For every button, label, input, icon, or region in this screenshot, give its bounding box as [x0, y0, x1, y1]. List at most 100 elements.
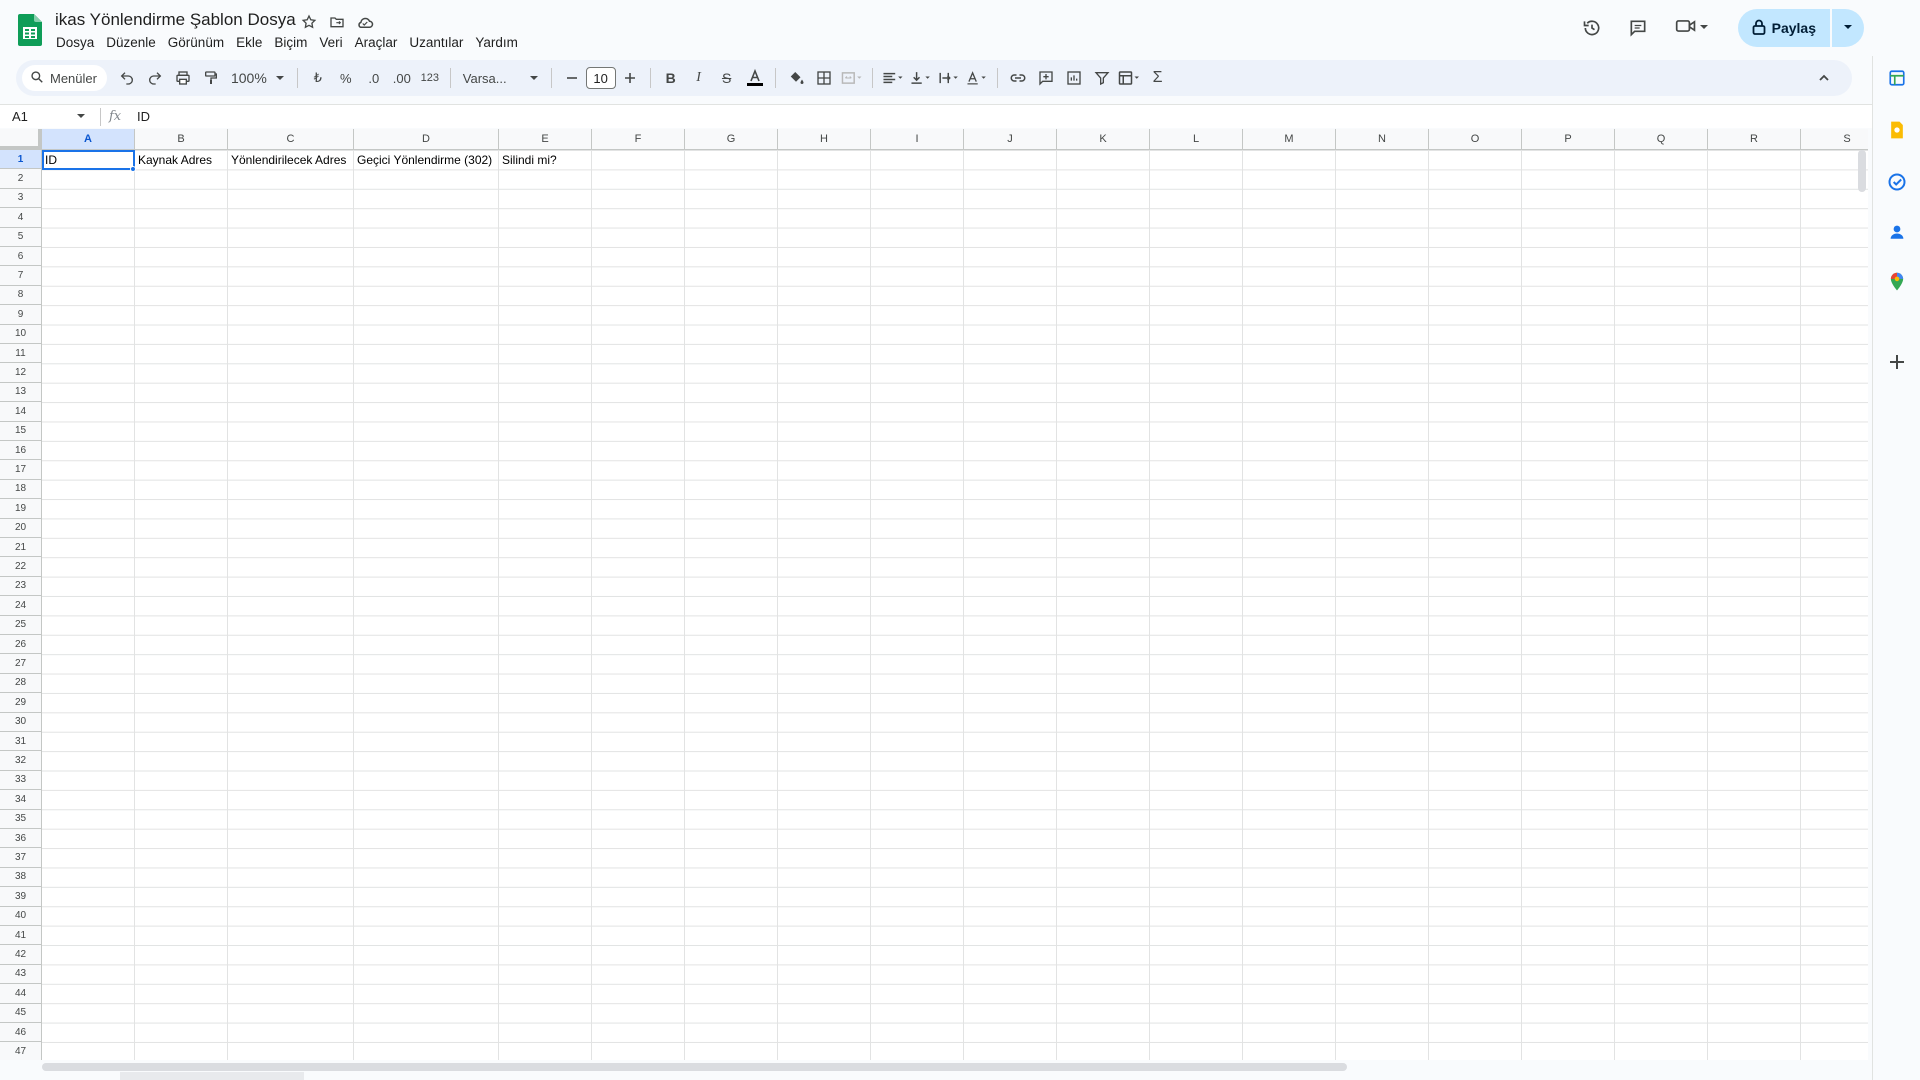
column-header-s[interactable]: S — [1801, 129, 1868, 150]
increase-font-size-icon[interactable] — [616, 64, 644, 92]
more-formats-button[interactable]: 123 — [416, 64, 444, 92]
sheets-side-icon[interactable] — [1885, 66, 1909, 90]
row-header-9[interactable]: 9 — [0, 305, 42, 325]
increase-decimal-button[interactable]: .00 — [388, 64, 416, 92]
move-folder-icon[interactable] — [326, 11, 348, 33]
merge-cells-icon[interactable] — [838, 64, 866, 92]
row-header-8[interactable]: 8 — [0, 285, 42, 306]
collapse-toolbar-icon[interactable] — [1810, 64, 1838, 92]
menu-bicim[interactable]: Biçim — [268, 33, 313, 53]
row-header-35[interactable]: 35 — [0, 809, 42, 829]
column-header-d[interactable]: D — [354, 129, 499, 150]
decrease-decimal-button[interactable]: .0 — [360, 64, 388, 92]
column-header-c[interactable]: C — [228, 129, 354, 150]
row-header-33[interactable]: 33 — [0, 770, 42, 791]
share-button[interactable]: Paylaş — [1737, 9, 1830, 47]
insert-link-icon[interactable] — [1004, 64, 1032, 92]
row-header-10[interactable]: 10 — [0, 324, 42, 344]
menu-araclar[interactable]: Araçlar — [349, 33, 404, 53]
font-size-input[interactable]: 10 — [585, 67, 616, 89]
row-header-32[interactable]: 32 — [0, 751, 42, 771]
column-header-g[interactable]: G — [685, 129, 778, 150]
row-header-36[interactable]: 36 — [0, 829, 42, 849]
menu-duzenle[interactable]: Düzenle — [100, 33, 162, 53]
meet-button[interactable] — [1664, 10, 1720, 46]
sheet-tab-strip[interactable] — [120, 1072, 304, 1080]
row-header-15[interactable]: 15 — [0, 421, 42, 441]
version-history-icon[interactable] — [1572, 10, 1612, 46]
cell-d1[interactable]: Geçici Yönlendirme (302) — [354, 150, 499, 170]
row-header-22[interactable]: 22 — [0, 557, 42, 577]
row-header-12[interactable]: 12 — [0, 363, 42, 383]
row-header-30[interactable]: 30 — [0, 712, 42, 732]
row-header-26[interactable]: 26 — [0, 635, 42, 655]
row-header-3[interactable]: 3 — [0, 188, 42, 209]
maps-icon[interactable] — [1885, 270, 1909, 294]
share-dropdown-button[interactable] — [1832, 9, 1864, 47]
borders-icon[interactable] — [810, 64, 838, 92]
vertical-scrollbar[interactable] — [1858, 150, 1866, 192]
row-header-5[interactable]: 5 — [0, 227, 42, 247]
functions-icon[interactable]: Σ — [1144, 64, 1172, 92]
zoom-select[interactable]: 100% — [225, 70, 291, 86]
menu-yardim[interactable]: Yardım — [469, 33, 524, 53]
row-header-25[interactable]: 25 — [0, 615, 42, 635]
row-header-19[interactable]: 19 — [0, 499, 42, 519]
strikethrough-icon[interactable]: S — [713, 64, 741, 92]
row-header-6[interactable]: 6 — [0, 247, 42, 267]
column-header-i[interactable]: I — [871, 129, 964, 150]
row-header-38[interactable]: 38 — [0, 867, 42, 888]
row-header-39[interactable]: 39 — [0, 887, 42, 907]
column-header-f[interactable]: F — [592, 129, 685, 150]
fill-color-icon[interactable] — [782, 64, 810, 92]
row-header-11[interactable]: 11 — [0, 344, 42, 364]
menu-uzantilar[interactable]: Uzantılar — [403, 33, 469, 53]
cell-e1[interactable]: Silindi mi? — [499, 150, 592, 170]
filter-views-icon[interactable] — [1116, 64, 1144, 92]
column-header-a[interactable]: A — [42, 129, 135, 150]
row-header-27[interactable]: 27 — [0, 654, 42, 674]
row-header-7[interactable]: 7 — [0, 266, 42, 286]
font-select[interactable]: Varsa... — [457, 71, 545, 86]
decrease-font-size-icon[interactable] — [558, 64, 586, 92]
document-title[interactable]: ikas Yönlendirme Şablon Dosya — [55, 10, 296, 30]
column-header-b[interactable]: B — [135, 129, 228, 150]
contacts-icon[interactable] — [1885, 220, 1909, 244]
row-header-42[interactable]: 42 — [0, 945, 42, 965]
spreadsheet-grid[interactable]: A B C D E F G H I J K L M N O P Q R S 1 2 3 4 5 6 7 8 9 10 11 12 13 14 15… — [0, 129, 1868, 1060]
text-rotation-icon[interactable] — [963, 64, 991, 92]
horizontal-scrollbar[interactable] — [42, 1063, 1347, 1071]
row-header-1[interactable]: 1 — [0, 150, 42, 170]
tasks-icon[interactable] — [1885, 170, 1909, 194]
cell-area[interactable] — [42, 150, 1868, 1060]
row-header-34[interactable]: 34 — [0, 790, 42, 810]
column-header-h[interactable]: H — [778, 129, 871, 150]
row-header-18[interactable]: 18 — [0, 479, 42, 500]
column-header-q[interactable]: Q — [1615, 129, 1708, 150]
filter-icon[interactable] — [1088, 64, 1116, 92]
row-header-28[interactable]: 28 — [0, 673, 42, 694]
star-icon[interactable] — [298, 11, 320, 33]
row-header-37[interactable]: 37 — [0, 848, 42, 868]
text-wrapping-icon[interactable] — [935, 64, 963, 92]
row-header-41[interactable]: 41 — [0, 926, 42, 946]
format-percent-button[interactable]: % — [332, 64, 360, 92]
comments-icon[interactable] — [1618, 10, 1658, 46]
cell-c1[interactable]: Yönlendirilecek Adres — [228, 150, 354, 170]
sheets-logo-icon[interactable] — [18, 14, 42, 46]
name-box[interactable]: A1 — [0, 105, 92, 129]
paint-format-icon[interactable] — [197, 64, 225, 92]
row-header-21[interactable]: 21 — [0, 538, 42, 558]
menu-ekle[interactable]: Ekle — [230, 33, 268, 53]
row-header-23[interactable]: 23 — [0, 576, 42, 597]
column-header-o[interactable]: O — [1429, 129, 1522, 150]
cell-b1[interactable]: Kaynak Adres — [135, 150, 228, 170]
row-header-47[interactable]: 47 — [0, 1042, 42, 1060]
row-header-44[interactable]: 44 — [0, 984, 42, 1004]
column-header-p[interactable]: P — [1522, 129, 1615, 150]
horizontal-align-icon[interactable] — [879, 64, 907, 92]
plus-icon[interactable] — [1885, 350, 1909, 374]
insert-chart-icon[interactable] — [1060, 64, 1088, 92]
formula-input[interactable]: ID — [137, 109, 150, 124]
bold-icon[interactable]: B — [657, 64, 685, 92]
